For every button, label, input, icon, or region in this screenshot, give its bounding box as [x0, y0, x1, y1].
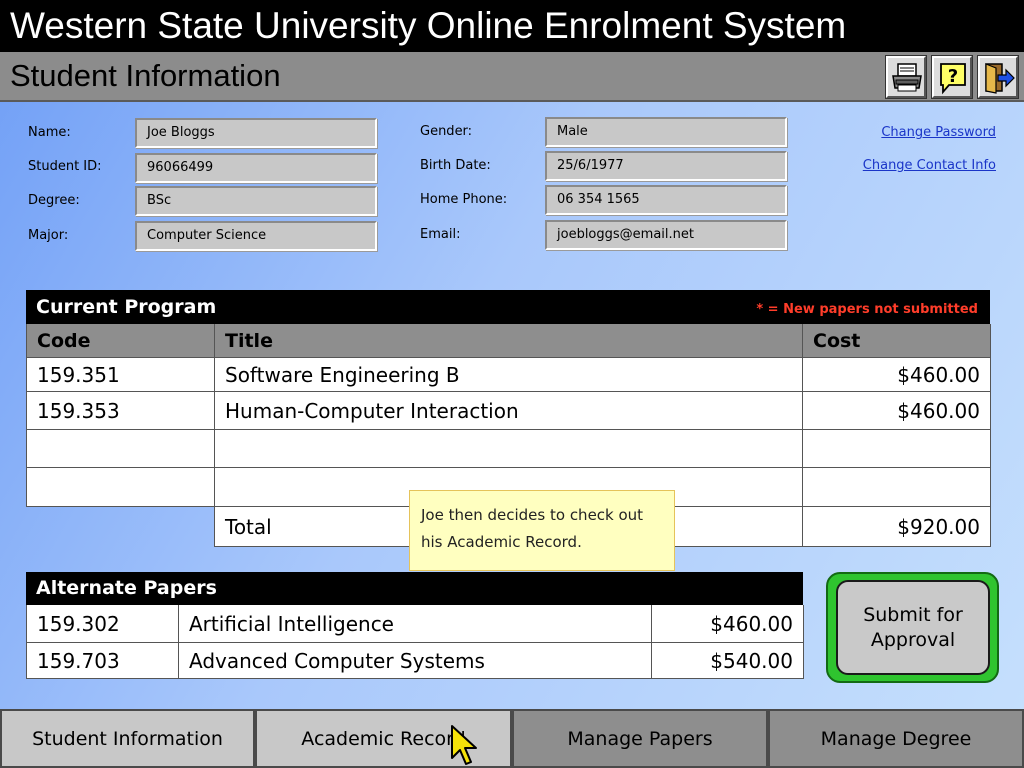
name-label: Name:	[28, 125, 71, 140]
print-button[interactable]	[886, 56, 926, 98]
column-header-title: Title	[215, 324, 803, 358]
birth-date-label: Birth Date:	[420, 158, 491, 173]
email-label: Email:	[420, 227, 461, 242]
current-program-table: Code Title Cost 159.351 Software Enginee…	[26, 324, 991, 507]
page-header: Student Information ?	[0, 52, 1024, 102]
home-phone-field: 06 354 1565	[545, 185, 787, 215]
help-button[interactable]: ?	[932, 56, 972, 98]
program-cost-cell: $460.00	[803, 358, 991, 392]
svg-text:?: ?	[948, 66, 958, 87]
alternate-papers-table: 159.302 Artificial Intelligence $460.00 …	[26, 605, 804, 679]
exit-button[interactable]	[978, 56, 1018, 98]
tooltip-note: Joe then decides to check out his Academ…	[409, 490, 675, 571]
tab-student-information[interactable]: Student Information	[0, 709, 255, 768]
program-code-cell	[27, 468, 215, 507]
current-program-header: Current Program * = New papers not submi…	[26, 290, 990, 324]
student-id-field: 96066499	[135, 153, 377, 183]
degree-label: Degree:	[28, 193, 80, 208]
program-code-cell: 159.353	[27, 392, 215, 430]
alternate-title-cell[interactable]: Artificial Intelligence	[179, 605, 652, 643]
exit-icon	[985, 63, 1015, 94]
student-id-label: Student ID:	[28, 159, 102, 174]
program-cost-cell: $460.00	[803, 392, 991, 430]
print-icon	[892, 63, 922, 92]
tab-manage-papers[interactable]: Manage Papers	[512, 709, 768, 768]
change-contact-info-link[interactable]: Change Contact Info	[863, 158, 996, 173]
help-icon: ?	[940, 63, 966, 95]
column-header-cost: Cost	[803, 324, 991, 358]
gender-field: Male	[545, 117, 787, 147]
gender-label: Gender:	[420, 124, 473, 139]
alternate-cost-cell[interactable]: $460.00	[652, 605, 804, 643]
alternate-code-cell[interactable]: 159.302	[27, 605, 179, 643]
program-title-cell: Software Engineering B	[215, 358, 803, 392]
program-title-cell	[215, 430, 803, 468]
mouse-cursor-icon	[451, 725, 477, 765]
page-title: Student Information	[10, 58, 281, 93]
major-label: Major:	[28, 228, 69, 243]
program-code-cell	[27, 430, 215, 468]
alternate-papers-title: Alternate Papers	[36, 577, 217, 599]
total-value: $920.00	[803, 507, 991, 547]
alternate-title-cell[interactable]: Advanced Computer Systems	[179, 643, 652, 679]
alternate-cost-cell[interactable]: $540.00	[652, 643, 804, 679]
program-cost-cell	[803, 468, 991, 507]
degree-field: BSc	[135, 186, 377, 216]
alternate-papers-header: Alternate Papers	[26, 572, 803, 605]
program-code-cell: 159.351	[27, 358, 215, 392]
program-cost-cell	[803, 430, 991, 468]
major-field: Computer Science	[135, 221, 377, 251]
birth-date-field: 25/6/1977	[545, 151, 787, 181]
submit-for-approval-button[interactable]: Submit for Approval	[836, 580, 990, 675]
tab-manage-degree[interactable]: Manage Degree	[768, 709, 1024, 768]
name-field: Joe Bloggs	[135, 118, 377, 148]
home-phone-label: Home Phone:	[420, 192, 508, 207]
current-program-title: Current Program	[36, 296, 217, 318]
change-password-link[interactable]: Change Password	[881, 125, 996, 140]
app-title: Western State University Online Enrolmen…	[0, 0, 1024, 52]
program-title-cell: Human-Computer Interaction	[215, 392, 803, 430]
email-field: joebloggs@email.net	[545, 220, 787, 250]
column-header-code: Code	[27, 324, 215, 358]
alternate-code-cell[interactable]: 159.703	[27, 643, 179, 679]
